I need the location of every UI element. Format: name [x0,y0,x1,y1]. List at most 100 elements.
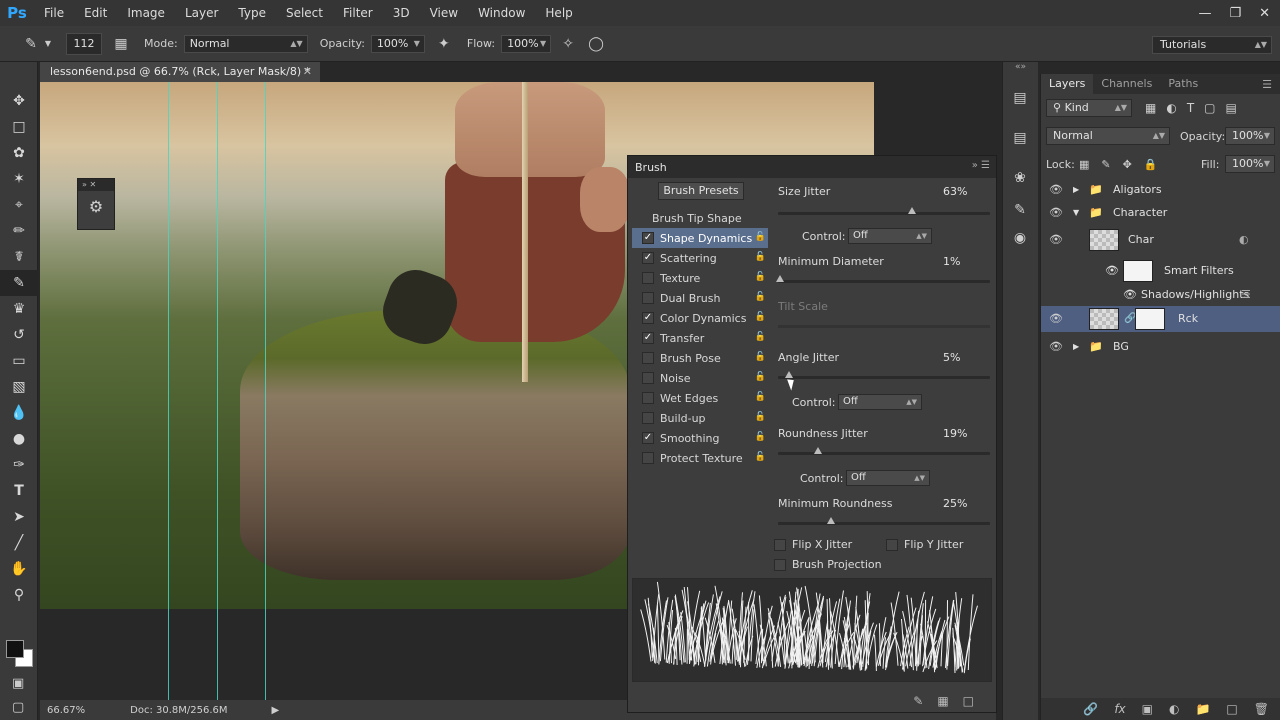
close-document-icon[interactable]: ✕ [303,62,312,82]
hand-tool-icon[interactable]: ✋ [0,556,38,582]
brush-option-scattering[interactable]: ✓ Scattering 🔓 [632,248,768,268]
size-jitter-value[interactable]: 63% [943,185,967,198]
pixel-filter-icon[interactable]: ▦ [1145,101,1156,115]
min-roundness-slider[interactable] [778,517,990,525]
type-tool-icon[interactable]: T [0,478,38,504]
brush-presets-panel-icon[interactable]: ❀ [1003,164,1037,192]
airbrush-icon[interactable]: ✧ [557,33,579,55]
menu-edit[interactable]: Edit [74,0,117,26]
min-roundness-value[interactable]: 25% [943,497,967,510]
marquee-tool-icon[interactable]: □ [0,114,38,140]
visibility-eye-icon[interactable]: 👁 [1049,226,1063,254]
visibility-eye-icon[interactable]: 👁 [1105,258,1119,284]
foreground-color-swatch[interactable] [6,640,24,658]
status-menu-arrow-icon[interactable]: ▶ [272,705,280,716]
option-checkbox[interactable]: ✓ [642,432,654,444]
layer-rck[interactable]: 👁 🔗 Rck [1041,306,1280,332]
smart-filter-mask[interactable] [1123,260,1153,282]
brush-option-color-dynamics[interactable]: ✓ Color Dynamics 🔓 [632,308,768,328]
brush-option-brush-pose[interactable]: Brush Pose 🔓 [632,348,768,368]
eraser-tool-icon[interactable]: ▭ [0,348,38,374]
flip-y-option[interactable]: Flip Y Jitter [886,538,963,551]
layer-group-bg[interactable]: 👁 ▶ 📁 BG [1041,334,1280,360]
flow-field[interactable]: 100% ▼ [501,34,552,53]
gradient-tool-icon[interactable]: ▧ [0,374,38,400]
brush-option-smoothing[interactable]: ✓ Smoothing 🔓 [632,428,768,448]
pressure-opacity-icon[interactable]: ✦ [433,33,455,55]
option-checkbox[interactable]: ✓ [642,332,654,344]
lasso-tool-icon[interactable]: ✿ [0,140,38,166]
brush-option-dual-brush[interactable]: Dual Brush 🔓 [632,288,768,308]
brush-option-transfer[interactable]: ✓ Transfer 🔓 [632,328,768,348]
pressure-size-icon[interactable]: ◯ [585,33,607,55]
brush-size-picker[interactable]: 112 [66,32,102,55]
menu-view[interactable]: View [420,0,468,26]
smart-filters-row[interactable]: 👁 Smart Filters [1041,258,1280,284]
new-brush-icon[interactable]: □ [963,694,974,708]
history-brush-tool-icon[interactable]: ↺ [0,322,38,348]
clone-source-panel-icon[interactable]: ◉ [1003,224,1037,252]
menu-select[interactable]: Select [276,0,333,26]
brush-projection-option[interactable]: Brush Projection [774,558,882,571]
zoom-tool-icon[interactable]: ⚲ [0,582,38,608]
expand-arrow-icon[interactable]: ▶ [1073,334,1079,360]
new-group-icon[interactable]: 📁 [1195,702,1210,716]
toggle-live-tip-icon[interactable]: ✎ [913,694,923,708]
size-jitter-slider[interactable] [778,207,990,215]
min-diameter-value[interactable]: 1% [943,255,960,268]
clone-stamp-tool-icon[interactable]: ♛ [0,296,38,322]
flip-x-option[interactable]: Flip X Jitter [774,538,852,551]
panel-menu-icon[interactable]: » ☰ [972,160,990,171]
option-checkbox[interactable] [642,392,654,404]
lock-icon[interactable]: 🔓 [755,332,766,342]
expand-arrow-icon[interactable]: ▶ [1073,178,1079,202]
properties-icon[interactable]: ⚙ [78,191,114,216]
menu-layer[interactable]: Layer [175,0,228,26]
dodge-tool-icon[interactable]: ● [0,426,38,452]
slider-thumb[interactable] [776,275,785,282]
brush-tool-icon[interactable]: ✎ [0,270,38,296]
smart-filters-indicator-icon[interactable]: ◐ [1239,226,1249,254]
brush-option-shape-dynamics[interactable]: ✓ Shape Dynamics 🔓 [632,228,768,248]
lock-icon[interactable]: 🔓 [755,452,766,462]
minimize-icon[interactable]: — [1198,6,1211,21]
menu-window[interactable]: Window [468,0,535,26]
option-checkbox[interactable]: ✓ [642,232,654,244]
healing-brush-tool-icon[interactable]: ☤ [0,244,38,270]
zoom-level[interactable]: 66.67% [47,705,85,716]
brush-projection-checkbox[interactable] [774,558,786,571]
history-panel-icon[interactable]: ▤ [1003,84,1037,112]
angle-jitter-value[interactable]: 5% [943,351,960,364]
type-filter-icon[interactable]: T [1187,101,1194,115]
shape-filter-icon[interactable]: ▢ [1204,101,1215,115]
move-tool-icon[interactable]: ✥ [0,88,38,114]
lock-icon[interactable]: 🔓 [755,292,766,302]
brush-tip-shape-item[interactable]: Brush Tip Shape [632,208,768,228]
layer-char[interactable]: 👁 Char ◐ [1041,226,1280,254]
blur-tool-icon[interactable]: 💧 [0,400,38,426]
layer-group-character[interactable]: 👁 ▼ 📁 Character [1041,201,1280,225]
menu-filter[interactable]: Filter [333,0,383,26]
brush-grid-icon[interactable]: ▦ [937,694,948,708]
document-tab[interactable]: lesson6end.psd @ 66.7% (Rck, Layer Mask/… [40,62,320,82]
guide-line[interactable] [217,82,218,700]
lock-pixels-icon[interactable]: ✎ [1101,158,1110,171]
workspace-dropdown[interactable]: Tutorials ▲▼ [1152,36,1272,54]
delete-layer-icon[interactable]: 🗑 [1254,702,1269,716]
option-checkbox[interactable] [642,292,654,304]
slider-thumb[interactable] [907,207,916,214]
brush-tool-icon[interactable]: ✎ [20,33,42,55]
roundness-jitter-value[interactable]: 19% [943,427,967,440]
visibility-eye-icon[interactable]: 👁 [1049,201,1063,225]
option-checkbox[interactable] [642,272,654,284]
mode-dropdown[interactable]: Normal ▲▼ [183,34,308,53]
visibility-eye-icon[interactable]: 👁 [1049,306,1063,332]
tab-layers[interactable]: Layers [1041,74,1094,94]
menu-type[interactable]: Type [228,0,276,26]
brush-option-wet-edges[interactable]: Wet Edges 🔓 [632,388,768,408]
lock-icon[interactable]: 🔓 [755,312,766,322]
lock-icon[interactable]: 🔓 [755,272,766,282]
layers-panel-menu-icon[interactable]: ☰ [1262,78,1272,91]
screen-mode-icon[interactable]: ▢ [12,700,24,715]
option-checkbox[interactable] [642,412,654,424]
